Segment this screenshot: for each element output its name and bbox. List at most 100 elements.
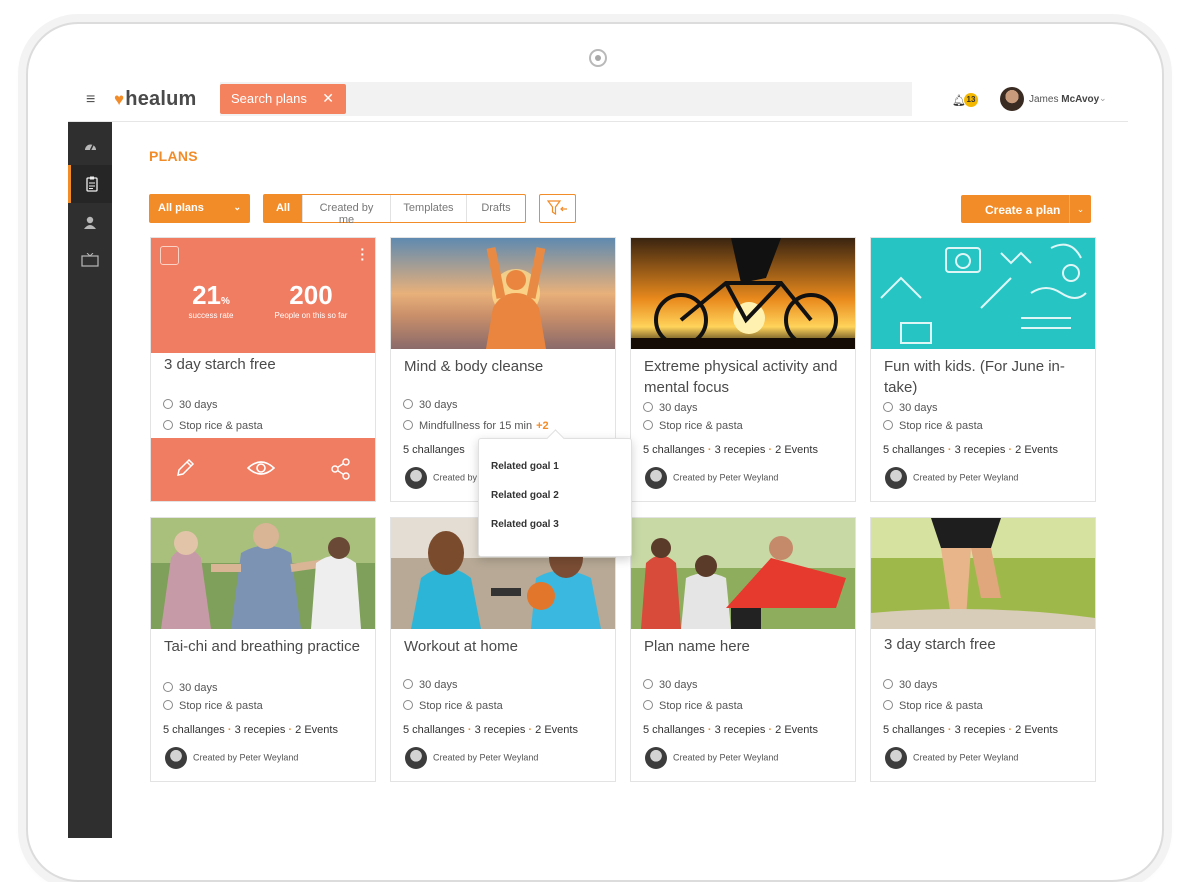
plan-card[interactable]: · · · 21% success rate 200 People on this … (150, 237, 376, 502)
related-goal-item[interactable]: Related goal 2 (491, 490, 559, 501)
filter-icon (546, 200, 567, 216)
timer-icon (883, 402, 893, 412)
tv-icon[interactable] (68, 241, 112, 279)
people-count-label: People on this so far (274, 311, 348, 320)
search-bar[interactable]: Search plans ✕ (220, 82, 912, 116)
avatar (885, 467, 907, 489)
plan-stats: 5 challanges · 3 recepies · 2 Events (403, 724, 578, 736)
user-name[interactable]: James McAvoy (1029, 94, 1099, 105)
target-icon (163, 420, 173, 430)
plan-stats: 5 challanges · 3 recepies · 2 Events (883, 724, 1058, 736)
edit-pencil-icon[interactable] (175, 458, 195, 484)
timer-icon (883, 679, 893, 689)
avatar (885, 747, 907, 769)
timer-icon (163, 682, 173, 692)
chevron-down-icon[interactable]: ⌄ (1069, 195, 1091, 223)
target-icon (403, 420, 413, 430)
tab-templates[interactable]: Templates (390, 195, 466, 222)
all-plans-dropdown[interactable]: All plans ⌄ (149, 194, 250, 223)
avatar (165, 747, 187, 769)
search-chip[interactable]: Search plans ✕ (220, 84, 346, 114)
success-rate-label: success rate (188, 311, 234, 320)
plan-title: Extreme physical activity and mental foc… (644, 358, 838, 396)
sidebar (68, 122, 112, 838)
plan-goal[interactable]: Mindfullness for 15 min +2 (403, 420, 549, 432)
logo-text: healum (125, 88, 197, 110)
timer-icon (403, 399, 413, 409)
plan-duration: 30 days (403, 399, 458, 411)
heart-icon: ♥ (114, 90, 125, 109)
plan-title: Fun with kids. (For June in-take) (884, 358, 1065, 396)
related-goals-menu: Related goal 1 Related goal 2 Related go… (478, 438, 632, 557)
healum-logo[interactable]: ♥healum (114, 88, 197, 111)
plan-card[interactable]: Tai-chi and breathing practice 30 days S… (150, 517, 376, 782)
filter-button[interactable] (539, 194, 576, 223)
plan-card[interactable]: Plan name here 30 days Stop rice & pasta… (630, 517, 856, 782)
plan-card[interactable]: Extreme physical activity and mental foc… (630, 237, 856, 502)
dashboard-icon[interactable] (68, 127, 112, 165)
success-rate-unit: % (221, 296, 230, 307)
timer-icon (403, 679, 413, 689)
avatar (645, 467, 667, 489)
plan-image (871, 518, 1095, 629)
plan-title: 3 day starch free (164, 356, 276, 373)
search-chip-label: Search plans (231, 91, 307, 106)
user-icon[interactable] (68, 203, 112, 241)
more-options-icon[interactable]: · · · (360, 242, 365, 266)
plan-stats: 5 challanges (403, 444, 465, 456)
target-icon (883, 700, 893, 710)
all-plans-label: All plans (158, 202, 204, 214)
top-bar: ≡ ♥healum Search plans ✕ 🔔︎ 13 James McA… (68, 78, 1128, 122)
create-plan-button[interactable]: Create a plan ⌄ (961, 195, 1091, 223)
hamburger-menu-icon[interactable]: ≡ (86, 91, 95, 109)
more-goals-link[interactable]: +2 (536, 420, 549, 432)
close-icon[interactable]: ✕ (322, 90, 334, 107)
user-last-name: McAvoy (1061, 94, 1100, 105)
plan-goal: Stop rice & pasta (403, 700, 503, 712)
plan-creator: Created by Peter Weyland (885, 467, 1018, 489)
filter-tabs: All Created by me Templates Drafts (263, 194, 526, 226)
plan-image (631, 238, 855, 349)
avatar[interactable] (1000, 87, 1024, 111)
plan-duration: 30 days (883, 679, 938, 691)
tab-drafts[interactable]: Drafts (466, 195, 525, 222)
plan-stats: 5 challanges · 3 recepies · 2 Events (883, 444, 1058, 456)
plan-creator: Created by Peter Weyland (885, 747, 1018, 769)
camera-dot (589, 49, 607, 67)
select-checkbox[interactable] (160, 246, 179, 265)
plan-title: 3 day starch free (884, 636, 996, 653)
share-icon[interactable] (331, 458, 351, 486)
plan-image (631, 518, 855, 629)
create-plan-label: Create a plan (985, 203, 1061, 217)
notification-badge: 13 (964, 93, 978, 107)
plan-card[interactable]: Fun with kids. (For June in-take) 30 day… (870, 237, 1096, 502)
target-icon (403, 700, 413, 710)
plan-stats: 5 challanges · 3 recepies · 2 Events (643, 724, 818, 736)
plan-goal: Stop rice & pasta (883, 700, 983, 712)
plan-duration: 30 days (403, 679, 458, 691)
timer-icon (163, 399, 173, 409)
plan-goal: Stop rice & pasta (883, 420, 983, 432)
tab-created-by-me[interactable]: Created by me (302, 195, 390, 226)
plan-title: Mind & body cleanse (404, 358, 544, 375)
plan-stats-panel: · · · 21% success rate 200 People on this … (151, 238, 375, 353)
plan-card[interactable]: 3 day starch free 30 days Stop rice & pa… (870, 517, 1096, 782)
plan-goal: Stop rice & pasta (643, 700, 743, 712)
related-goal-item[interactable]: Related goal 1 (491, 461, 559, 472)
target-icon (883, 420, 893, 430)
page-title: PLANS (149, 148, 198, 164)
people-count-value: 200 (289, 280, 333, 310)
plan-creator: Created by Peter Weyland (165, 747, 298, 769)
chevron-down-icon[interactable]: ⌄ (1099, 93, 1107, 104)
clipboard-icon[interactable] (68, 165, 112, 203)
plan-creator: Created by Peter Weyland (645, 467, 778, 489)
plan-creator: Created by Peter Weyland (645, 747, 778, 769)
tab-all[interactable]: All (264, 195, 302, 222)
target-icon (643, 700, 653, 710)
user-first-name: James (1029, 94, 1059, 105)
plan-title: Plan name here (644, 638, 750, 655)
view-eye-icon[interactable] (246, 458, 276, 484)
plan-creator: Created by Peter Weyland (405, 747, 538, 769)
related-goal-item[interactable]: Related goal 3 (491, 519, 559, 530)
people-count-stat: 200 People on this so far (263, 280, 359, 320)
